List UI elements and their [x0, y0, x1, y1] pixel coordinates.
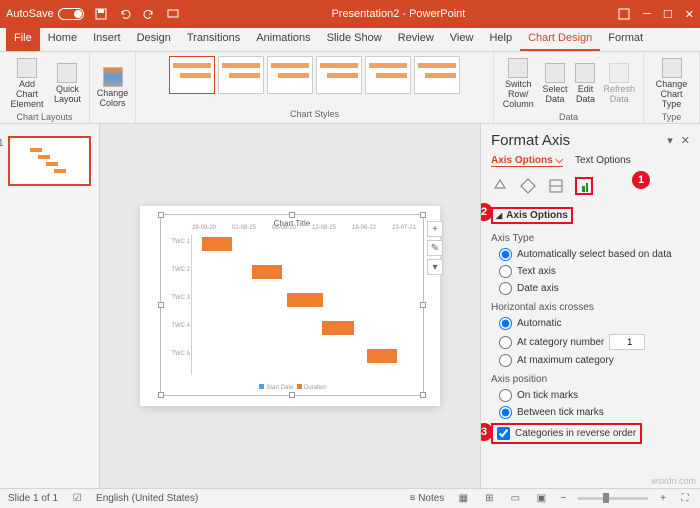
radio-between-tick[interactable]	[499, 406, 512, 419]
format-axis-pane: Format Axis ▾ ✕ Axis Options ⌵ Text Opti…	[480, 124, 700, 488]
redo-icon[interactable]	[142, 7, 156, 21]
chart-plot-area[interactable]: TWC 1 TWC 2 TWC 3 TWC 4 TWC 5 28-09-20 0…	[191, 235, 417, 375]
document-title: Presentation2 - PowerPoint	[180, 8, 617, 20]
notes-button[interactable]: ≡ Notes	[410, 493, 445, 504]
chart-style-1[interactable]	[169, 56, 215, 94]
tab-view[interactable]: View	[442, 28, 482, 51]
minimize-button[interactable]: ─	[643, 8, 651, 20]
spellcheck-icon[interactable]: ☑	[70, 492, 84, 506]
slide-thumbnail-1[interactable]: 1	[8, 136, 91, 186]
radio-on-tick[interactable]	[499, 389, 512, 402]
watermark: wsxdn.com	[651, 476, 696, 486]
autosave-toggle[interactable]: AutoSave	[6, 8, 84, 20]
slide-indicator[interactable]: Slide 1 of 1	[8, 493, 58, 504]
save-icon[interactable]	[94, 7, 108, 21]
start-slideshow-icon[interactable]	[166, 7, 180, 21]
tab-transitions[interactable]: Transitions	[179, 28, 248, 51]
radio-auto-data[interactable]	[499, 248, 512, 261]
normal-view-icon[interactable]: ▦	[456, 492, 470, 506]
at-category-input[interactable]	[609, 334, 645, 350]
sorter-view-icon[interactable]: ⊞	[482, 492, 496, 506]
callout-1: 1	[632, 171, 650, 189]
chart-filters-button[interactable]: ▾	[427, 259, 443, 275]
quick-layout-button[interactable]: Quick Layout	[52, 61, 83, 107]
chart-legend[interactable]: Start Date Duration	[161, 384, 423, 391]
radio-date-axis[interactable]	[499, 282, 512, 295]
switch-row-column-button[interactable]: Switch Row/ Column	[500, 56, 536, 112]
slide-thumbnail-panel: 1	[0, 124, 100, 488]
fit-slide-icon[interactable]: ⛶	[678, 492, 692, 506]
tab-format[interactable]: Format	[600, 28, 651, 51]
text-options-tab[interactable]: Text Options	[575, 155, 631, 167]
change-colors-button[interactable]: Change Colors	[95, 65, 131, 111]
chart-elements-button[interactable]: +	[427, 221, 443, 237]
ribbon-display-icon[interactable]	[617, 7, 631, 21]
ribbon-tabs: File Home Insert Design Transitions Anim…	[0, 28, 700, 52]
pane-options-icon[interactable]: ▾	[667, 134, 673, 147]
chart-object[interactable]: Chart Title TWC 1 TWC 2 TWC 3 TWC 4 TWC …	[160, 214, 424, 396]
size-properties-icon[interactable]	[547, 177, 565, 195]
zoom-out-button[interactable]: −	[560, 493, 566, 504]
maximize-button[interactable]: ☐	[663, 8, 673, 21]
tab-review[interactable]: Review	[390, 28, 442, 51]
select-data-button[interactable]: Select Data	[540, 61, 569, 107]
slide: Chart Title TWC 1 TWC 2 TWC 3 TWC 4 TWC …	[140, 206, 440, 406]
tab-home[interactable]: Home	[40, 28, 85, 51]
fill-line-icon[interactable]	[491, 177, 509, 195]
status-bar: Slide 1 of 1 ☑ English (United States) ≡…	[0, 488, 700, 508]
tab-help[interactable]: Help	[481, 28, 520, 51]
axis-options-tab[interactable]: Axis Options ⌵	[491, 155, 563, 167]
checkbox-reverse-order[interactable]	[497, 427, 510, 440]
change-chart-type-button[interactable]: Change Chart Type	[650, 56, 693, 112]
radio-at-max[interactable]	[499, 354, 512, 367]
axis-options-section[interactable]: ◢Axis Options	[491, 207, 573, 224]
axis-options-icon[interactable]	[575, 177, 593, 195]
tab-design[interactable]: Design	[129, 28, 179, 51]
chart-style-2[interactable]	[218, 56, 264, 94]
undo-icon[interactable]	[118, 7, 132, 21]
radio-text-axis[interactable]	[499, 265, 512, 278]
tab-chart-design[interactable]: Chart Design	[520, 28, 600, 51]
chart-styles-button[interactable]: ✎	[427, 240, 443, 256]
zoom-slider[interactable]	[578, 497, 648, 500]
tab-file[interactable]: File	[6, 28, 40, 51]
chart-style-4[interactable]	[316, 56, 362, 94]
language-status[interactable]: English (United States)	[96, 493, 198, 504]
slideshow-view-icon[interactable]: ▣	[534, 492, 548, 506]
radio-automatic[interactable]	[499, 317, 512, 330]
tab-animations[interactable]: Animations	[248, 28, 318, 51]
ribbon: Add Chart Element Quick Layout Chart Lay…	[0, 52, 700, 124]
tab-insert[interactable]: Insert	[85, 28, 129, 51]
effects-icon[interactable]	[519, 177, 537, 195]
refresh-data-button: Refresh Data	[601, 61, 637, 107]
zoom-in-button[interactable]: +	[660, 493, 666, 504]
chart-style-5[interactable]	[365, 56, 411, 94]
titlebar: AutoSave Presentation2 - PowerPoint ─ ☐ …	[0, 0, 700, 28]
chart-style-6[interactable]	[414, 56, 460, 94]
radio-at-category[interactable]	[499, 336, 512, 349]
pane-close-icon[interactable]: ✕	[681, 134, 690, 147]
reading-view-icon[interactable]: ▭	[508, 492, 522, 506]
tab-slideshow[interactable]: Slide Show	[319, 28, 390, 51]
add-chart-element-button[interactable]: Add Chart Element	[6, 56, 48, 112]
edit-data-button[interactable]: Edit Data	[573, 61, 597, 107]
pane-title: Format Axis	[491, 132, 570, 149]
close-button[interactable]: ✕	[685, 8, 694, 21]
chart-style-3[interactable]	[267, 56, 313, 94]
slide-canvas[interactable]: Chart Title TWC 1 TWC 2 TWC 3 TWC 4 TWC …	[100, 124, 480, 488]
